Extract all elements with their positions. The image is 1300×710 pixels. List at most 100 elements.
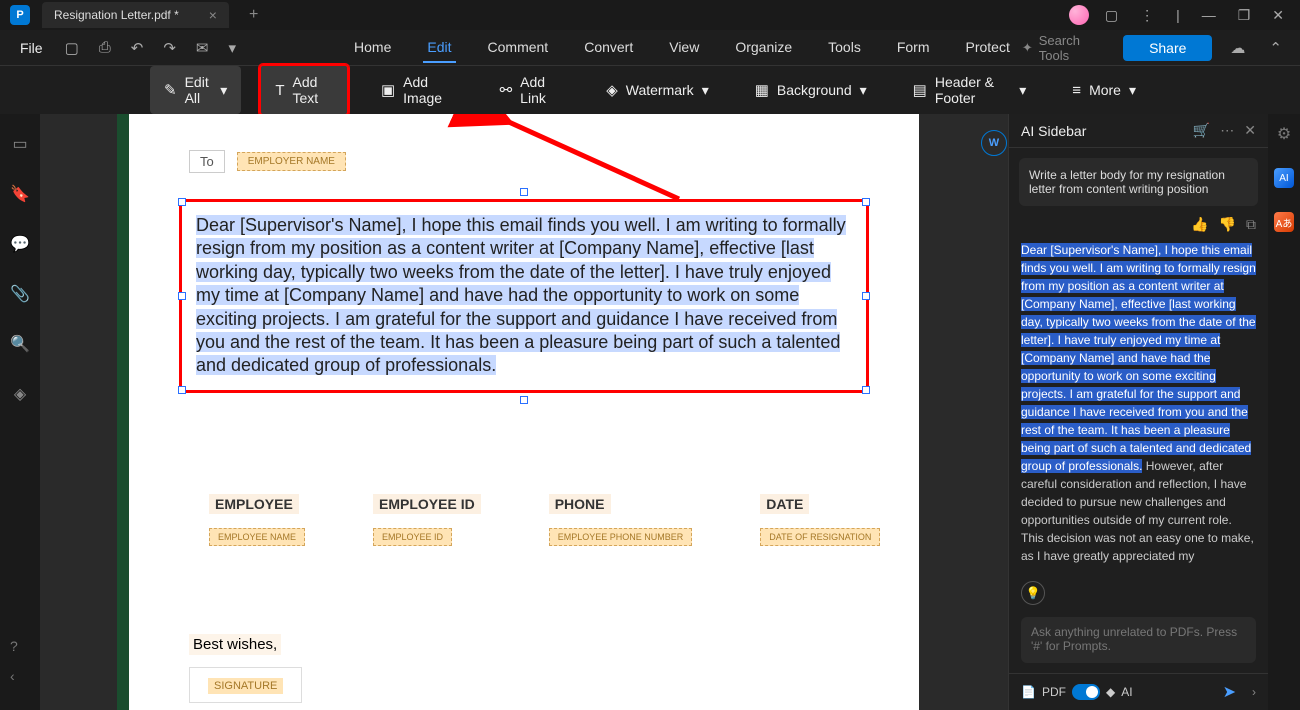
document-viewport[interactable]: To EMPLOYER NAME Dear [Supervisor's Name…	[40, 114, 1008, 710]
ai-label: AI	[1121, 685, 1132, 699]
attachment-icon[interactable]: 📎	[10, 284, 30, 304]
hamburger-icon: ≡	[1072, 82, 1081, 99]
user-avatar[interactable]	[1069, 5, 1089, 25]
divider: |	[1170, 5, 1186, 25]
bookmark-icon[interactable]: 🔖	[10, 184, 30, 204]
phone-field[interactable]: EMPLOYEE PHONE NUMBER	[549, 528, 693, 546]
signature-label: SIGNATURE	[208, 678, 283, 694]
thumbs-up-icon[interactable]: 👍	[1191, 216, 1208, 233]
body-text-content: Dear [Supervisor's Name], I hope this em…	[196, 215, 846, 375]
ai-response-text[interactable]: Dear [Supervisor's Name], I hope this em…	[1009, 241, 1268, 573]
resize-handle[interactable]	[862, 198, 870, 206]
resize-handle[interactable]	[520, 396, 528, 404]
redo-icon[interactable]: ↷	[157, 35, 182, 61]
pdf-label: PDF	[1042, 685, 1066, 699]
more-button[interactable]: ≡ More ▾	[1058, 74, 1150, 107]
text-icon: T	[275, 82, 284, 99]
ai-tool-icon[interactable]: AI	[1274, 168, 1294, 188]
save-icon[interactable]: ▢	[59, 35, 85, 61]
cloud-icon[interactable]: ☁	[1224, 35, 1251, 61]
background-button[interactable]: ▦ Background ▾	[741, 73, 881, 107]
chevron-down-icon: ▾	[860, 82, 867, 99]
employee-id-field[interactable]: EMPLOYEE ID	[373, 528, 452, 546]
dropdown-icon[interactable]: ▾	[223, 35, 243, 61]
resize-handle[interactable]	[520, 188, 528, 196]
field-header: EMPLOYEE	[209, 494, 299, 514]
resize-handle[interactable]	[862, 386, 870, 394]
thumbnail-icon[interactable]: ▭	[12, 134, 27, 154]
cart-icon[interactable]: 🛒	[1193, 122, 1210, 139]
tab-form[interactable]: Form	[893, 33, 934, 63]
background-label: Background	[777, 82, 852, 98]
close-sidebar-icon[interactable]: ✕	[1244, 122, 1256, 139]
watermark-button[interactable]: ◈ Watermark ▾	[592, 73, 723, 107]
undo-icon[interactable]: ↶	[125, 35, 150, 61]
chat-icon[interactable]: ▢	[1099, 5, 1124, 26]
response-highlighted: Dear [Supervisor's Name], I hope this em…	[1021, 243, 1256, 473]
date-field[interactable]: DATE OF RESIGNATION	[760, 528, 880, 546]
add-link-label: Add Link	[520, 74, 560, 106]
ai-input[interactable]: Ask anything unrelated to PDFs. Press '#…	[1021, 617, 1256, 663]
more-menu-icon[interactable]: ⋮	[1134, 5, 1160, 26]
header-footer-icon: ▤	[913, 81, 927, 99]
field-header: PHONE	[549, 494, 611, 514]
form-fields-row: EMPLOYEE EMPLOYEE NAME EMPLOYEE ID EMPLO…	[209, 494, 880, 546]
layers-icon[interactable]: ◈	[14, 384, 26, 404]
tab-comment[interactable]: Comment	[484, 33, 553, 63]
expand-icon[interactable]: ›	[1252, 685, 1256, 699]
header-footer-button[interactable]: ▤ Header & Footer ▾	[899, 66, 1041, 114]
watermark-label: Watermark	[626, 82, 694, 98]
menubar: File ▢ ⎙ ↶ ↷ ✉ ▾ Home Edit Comment Conve…	[0, 30, 1300, 66]
share-button[interactable]: Share	[1123, 35, 1212, 61]
translate-icon[interactable]: Aあ	[1274, 212, 1294, 232]
add-text-button[interactable]: T Add Text	[259, 64, 349, 116]
resize-handle[interactable]	[178, 386, 186, 394]
page-edge	[117, 114, 129, 710]
add-link-button[interactable]: ⚯ Add Link	[486, 66, 575, 114]
tab-view[interactable]: View	[665, 33, 703, 63]
tab-tools[interactable]: Tools	[824, 33, 865, 63]
thumbs-down-icon[interactable]: 👎	[1219, 216, 1236, 233]
copy-icon[interactable]: ⧉	[1246, 216, 1256, 233]
search-icon[interactable]: 🔍	[10, 334, 30, 354]
minimize-icon[interactable]: —	[1196, 5, 1222, 25]
more-icon[interactable]: ⋯	[1220, 122, 1234, 139]
help-icon[interactable]: ?	[10, 638, 18, 654]
employer-name-field[interactable]: EMPLOYER NAME	[237, 152, 346, 171]
file-menu[interactable]: File	[12, 36, 51, 60]
tab-convert[interactable]: Convert	[580, 33, 637, 63]
idea-icon[interactable]: 💡	[1021, 581, 1045, 605]
pdf-page: To EMPLOYER NAME Dear [Supervisor's Name…	[129, 114, 919, 710]
resize-handle[interactable]	[178, 198, 186, 206]
sparkle-icon: ✦	[1022, 40, 1033, 56]
ai-icon: ◆	[1106, 685, 1115, 699]
ai-badge-icon[interactable]: W	[981, 130, 1007, 156]
mail-icon[interactable]: ✉	[190, 35, 215, 61]
signature-box[interactable]: SIGNATURE	[189, 667, 302, 703]
print-icon[interactable]: ⎙	[93, 35, 117, 60]
send-icon[interactable]: ➤	[1223, 682, 1236, 702]
new-tab-icon[interactable]: +	[249, 6, 258, 24]
resize-handle[interactable]	[862, 292, 870, 300]
mode-toggle[interactable]	[1072, 684, 1100, 700]
tab-close-icon[interactable]: ×	[209, 7, 217, 23]
edit-all-button[interactable]: ✎ Edit All ▾	[150, 66, 241, 114]
body-text-box[interactable]: Dear [Supervisor's Name], I hope this em…	[179, 199, 869, 393]
collapse-icon[interactable]: ⌃	[1263, 35, 1288, 61]
settings-icon[interactable]: ⚙	[1277, 124, 1291, 144]
tab-organize[interactable]: Organize	[731, 33, 796, 63]
employee-name-field[interactable]: EMPLOYEE NAME	[209, 528, 305, 546]
close-window-icon[interactable]: ✕	[1266, 5, 1290, 26]
search-tools[interactable]: ✦ Search Tools	[1022, 33, 1111, 63]
comment-panel-icon[interactable]: 💬	[10, 234, 30, 254]
tab-home[interactable]: Home	[350, 33, 395, 63]
resize-handle[interactable]	[178, 292, 186, 300]
tab-title: Resignation Letter.pdf *	[54, 8, 179, 22]
collapse-left-icon[interactable]: ‹	[10, 668, 15, 684]
document-tab[interactable]: Resignation Letter.pdf * ×	[42, 2, 229, 28]
add-image-button[interactable]: ▣ Add Image	[367, 66, 468, 114]
tab-edit[interactable]: Edit	[423, 33, 455, 63]
tab-protect[interactable]: Protect	[962, 33, 1014, 63]
field-header: EMPLOYEE ID	[373, 494, 481, 514]
maximize-icon[interactable]: ❐	[1232, 5, 1257, 26]
